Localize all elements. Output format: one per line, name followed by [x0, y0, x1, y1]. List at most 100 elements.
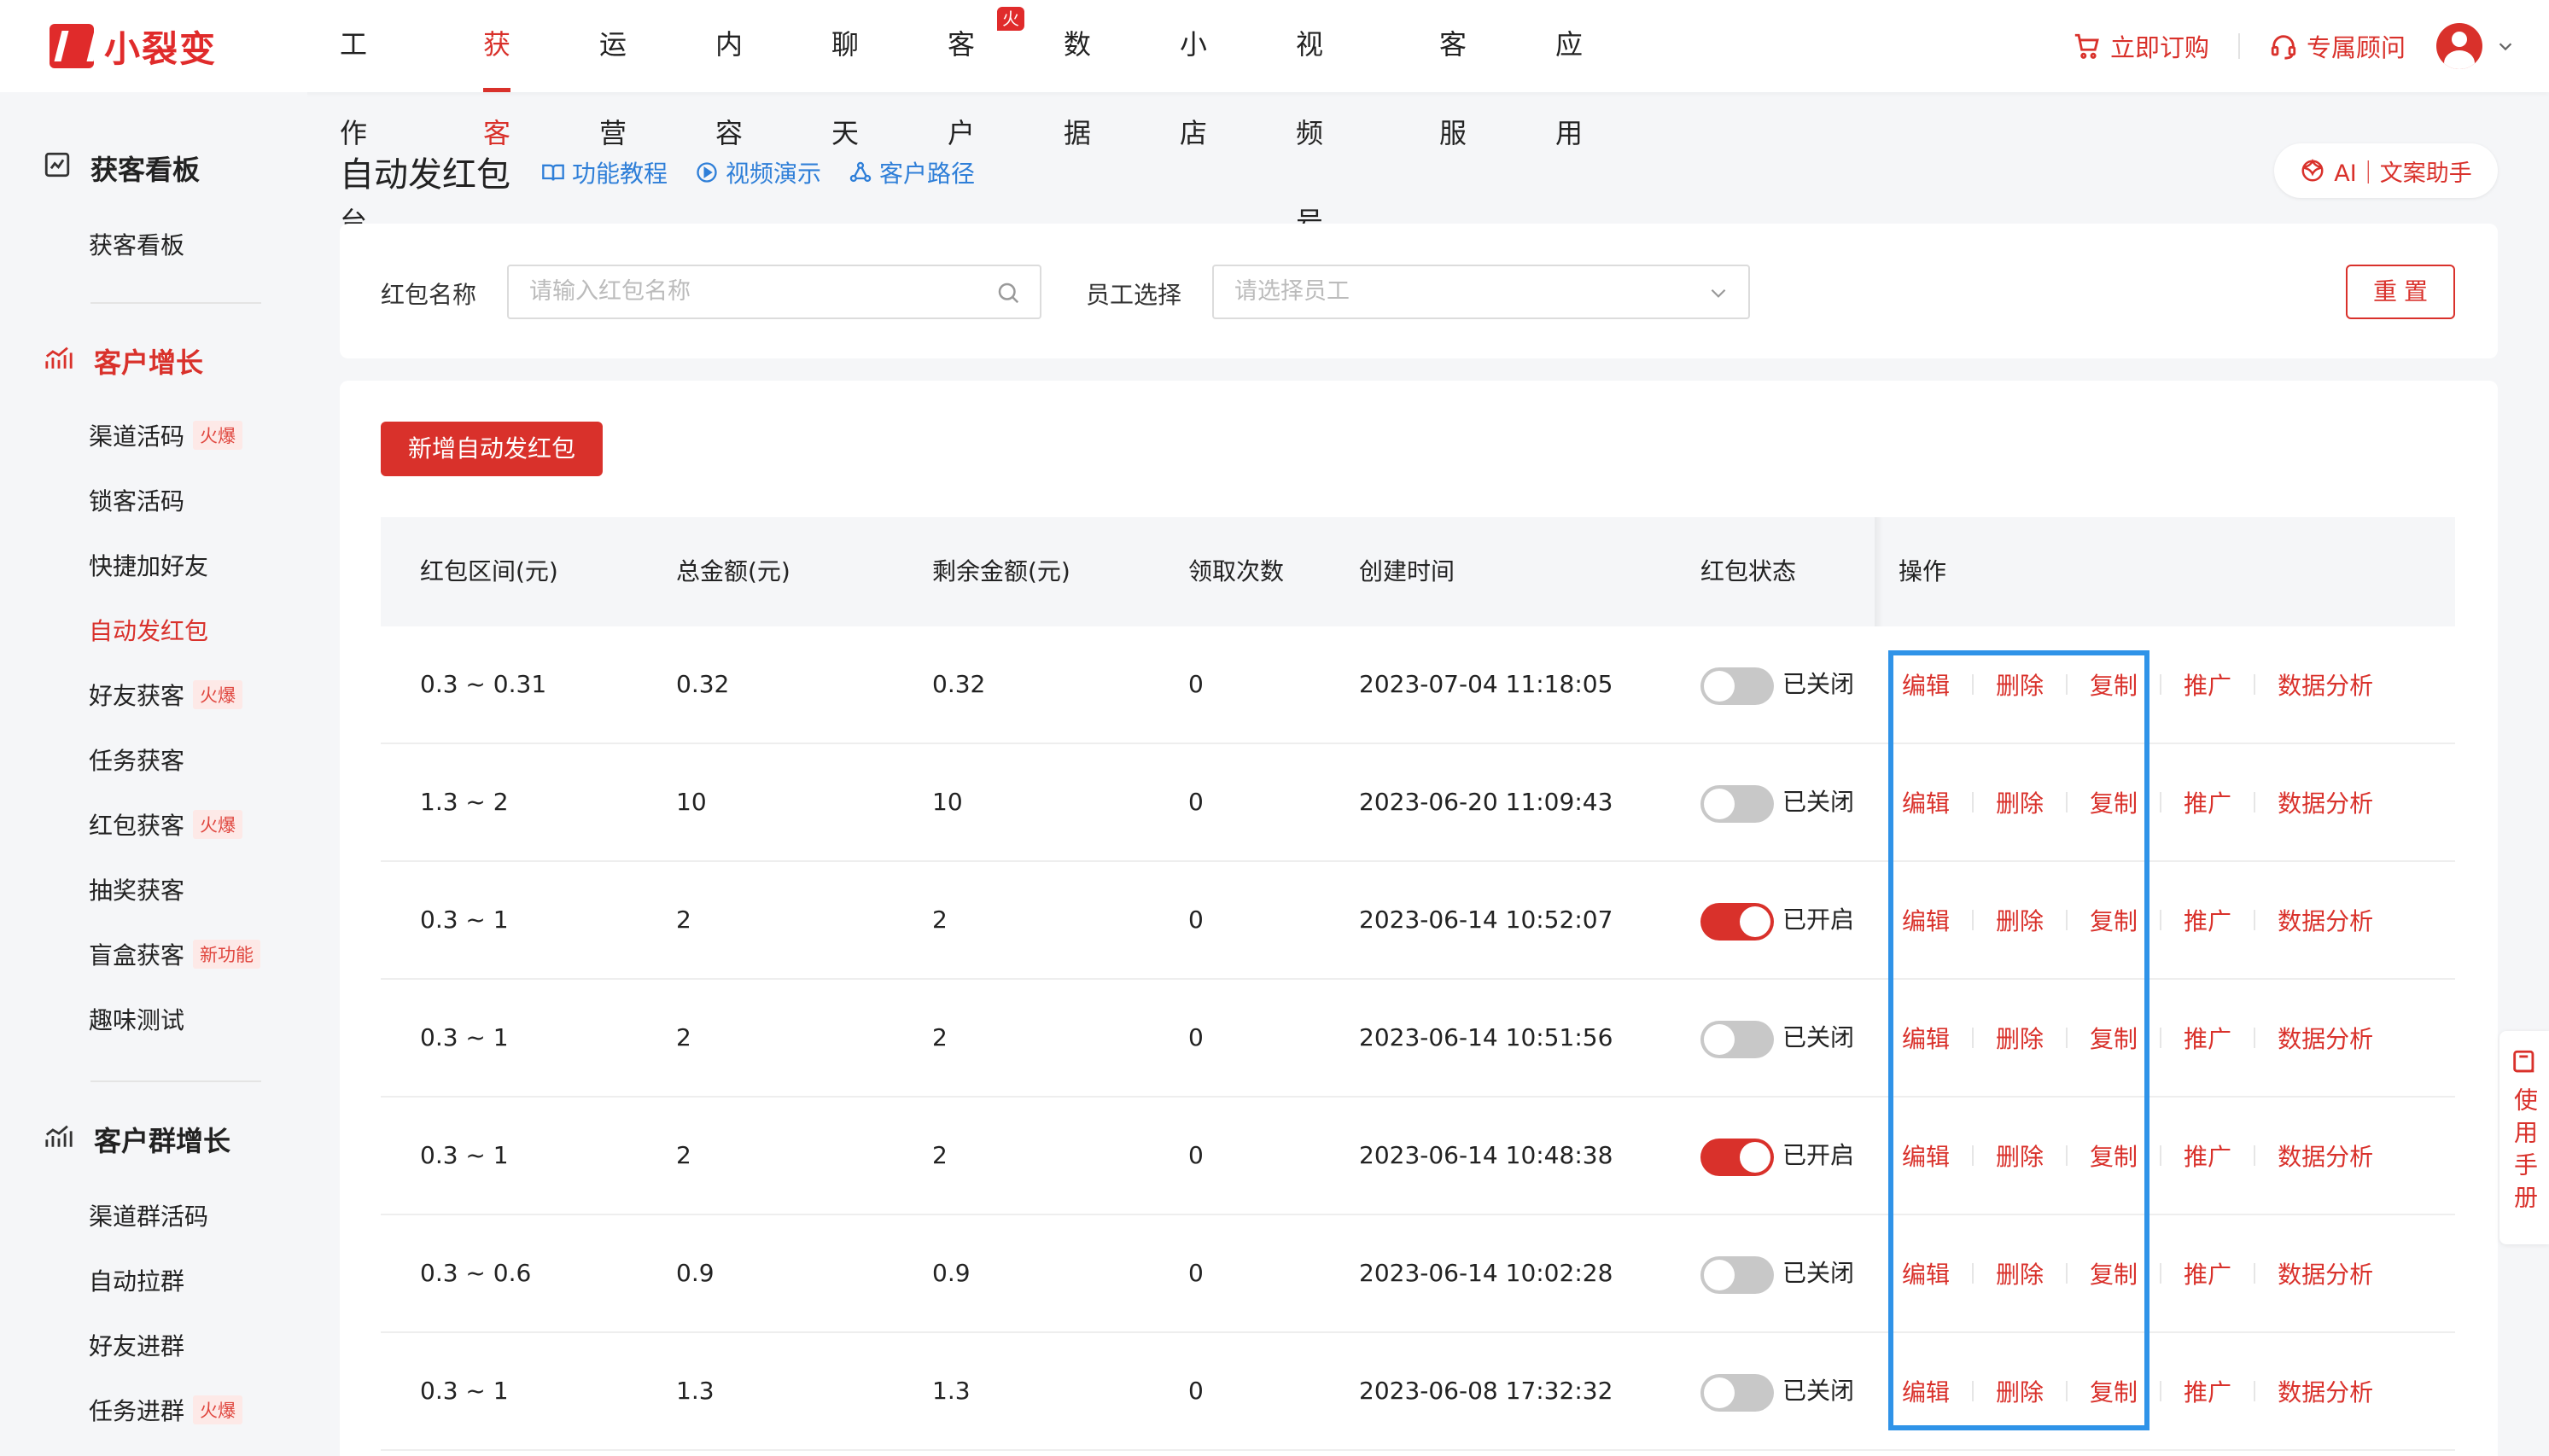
- status-toggle[interactable]: [1700, 1021, 1774, 1058]
- sidebar-item-2-3[interactable]: 任务进群 火爆: [89, 1393, 243, 1427]
- cell-count: 0: [1188, 788, 1204, 816]
- order-now-link[interactable]: 立即订购: [2073, 28, 2209, 64]
- column-header-3: 领取次数: [1188, 557, 1285, 585]
- customer-path-link[interactable]: 客户路径: [849, 155, 975, 189]
- user-manual-tab[interactable]: 使用手册: [2499, 1031, 2549, 1244]
- nav-item-10[interactable]: 应用: [1555, 0, 1583, 149]
- promote-link[interactable]: 推广: [2184, 1374, 2231, 1408]
- sidebar-item-label: 锁客活码: [89, 487, 185, 515]
- edit-link[interactable]: 编辑: [1902, 1139, 1950, 1173]
- user-avatar[interactable]: [2436, 23, 2482, 69]
- chart-board-icon: [43, 150, 72, 186]
- delete-link[interactable]: 删除: [1996, 1256, 2044, 1290]
- chevron-down-icon[interactable]: [2496, 37, 2515, 55]
- nav-item-3[interactable]: 内容: [715, 0, 743, 149]
- sidebar-item-0-0[interactable]: 获客看板: [89, 227, 184, 261]
- sidebar-item-2-1[interactable]: 自动拉群: [89, 1263, 184, 1297]
- staff-select-label: 员工选择: [1086, 281, 1182, 309]
- promote-link[interactable]: 推广: [2184, 1256, 2231, 1290]
- advisor-link[interactable]: 专属顾问: [2269, 28, 2406, 64]
- sidebar-item-1-6[interactable]: 红包获客 火爆: [89, 807, 243, 842]
- copy-link[interactable]: 复制: [2090, 785, 2138, 819]
- delete-link[interactable]: 删除: [1996, 667, 2044, 702]
- sidebar-item-1-2[interactable]: 快捷加好友: [89, 548, 208, 582]
- edit-link[interactable]: 编辑: [1902, 667, 1950, 702]
- status-toggle[interactable]: [1700, 1256, 1774, 1294]
- nav-item-1[interactable]: 获客: [483, 0, 511, 149]
- action-separator: [2066, 792, 2068, 812]
- edit-link[interactable]: 编辑: [1902, 785, 1950, 819]
- status-toggle[interactable]: [1700, 785, 1774, 823]
- action-separator: [2160, 674, 2162, 695]
- copy-link[interactable]: 复制: [2090, 667, 2138, 702]
- sidebar-item-1-5[interactable]: 任务获客: [89, 743, 184, 777]
- ai-copywriter-button[interactable]: AI｜文案助手: [2274, 143, 2498, 198]
- edit-link[interactable]: 编辑: [1902, 903, 1950, 937]
- status-label: 已关闭: [1782, 788, 1855, 816]
- sidebar-item-1-3[interactable]: 自动发红包: [89, 613, 208, 647]
- delete-link[interactable]: 删除: [1996, 1139, 2044, 1173]
- copy-link[interactable]: 复制: [2090, 1374, 2138, 1408]
- sidebar-group-2[interactable]: 客户群增长: [43, 1120, 230, 1159]
- tutorial-link[interactable]: 功能教程: [541, 155, 668, 189]
- nav-item-2[interactable]: 运营: [599, 0, 627, 149]
- promote-link[interactable]: 推广: [2184, 903, 2231, 937]
- edit-link[interactable]: 编辑: [1902, 1021, 1950, 1055]
- status-toggle[interactable]: [1700, 1374, 1774, 1412]
- sidebar-item-1-7[interactable]: 抽奖获客: [89, 872, 184, 906]
- status-toggle[interactable]: [1700, 1139, 1774, 1176]
- sidebar-item-2-0[interactable]: 渠道群活码: [89, 1198, 208, 1232]
- brand-logo[interactable]: 小裂变: [50, 24, 217, 70]
- edit-link[interactable]: 编辑: [1902, 1256, 1950, 1290]
- analytics-link[interactable]: 数据分析: [2278, 667, 2373, 702]
- analytics-link[interactable]: 数据分析: [2278, 1021, 2373, 1055]
- nav-item-7[interactable]: 小店: [1180, 0, 1207, 149]
- delete-link[interactable]: 删除: [1996, 1021, 2044, 1055]
- analytics-link[interactable]: 数据分析: [2278, 785, 2373, 819]
- action-separator: [1972, 1263, 1974, 1284]
- promote-link[interactable]: 推广: [2184, 1021, 2231, 1055]
- copy-link[interactable]: 复制: [2090, 1139, 2138, 1173]
- status-toggle[interactable]: [1700, 667, 1774, 705]
- delete-link[interactable]: 删除: [1996, 903, 2044, 937]
- status-toggle[interactable]: [1700, 903, 1774, 941]
- nav-item-9[interactable]: 客服: [1439, 0, 1467, 149]
- action-separator: [2066, 674, 2068, 695]
- sidebar-item-2-2[interactable]: 好友进群: [89, 1328, 184, 1362]
- sidebar-item-1-9[interactable]: 趣味测试: [89, 1002, 184, 1036]
- copy-link[interactable]: 复制: [2090, 1256, 2138, 1290]
- nav-item-4[interactable]: 聊天: [831, 0, 859, 149]
- sidebar-group-1[interactable]: 客户增长: [43, 341, 203, 381]
- sidebar-item-1-0[interactable]: 渠道活码 火爆: [89, 418, 243, 452]
- promote-link[interactable]: 推广: [2184, 1139, 2231, 1173]
- nav-item-0[interactable]: 工作台: [340, 0, 367, 238]
- cell-total: 0.32: [676, 670, 730, 698]
- top-separator: [2237, 33, 2240, 59]
- add-auto-redpacket-button[interactable]: 新增自动发红包: [381, 422, 603, 476]
- sidebar-group-0[interactable]: 获客看板: [43, 149, 200, 188]
- analytics-link[interactable]: 数据分析: [2278, 1256, 2373, 1290]
- edit-link[interactable]: 编辑: [1902, 1374, 1950, 1408]
- brand-name: 小裂变: [104, 27, 218, 70]
- promote-link[interactable]: 推广: [2184, 785, 2231, 819]
- promote-link[interactable]: 推广: [2184, 667, 2231, 702]
- sidebar-item-1-8[interactable]: 盲盒获客 新功能: [89, 937, 261, 971]
- packet-name-input[interactable]: 请输入红包名称: [507, 265, 1041, 319]
- action-separator: [2066, 1263, 2068, 1284]
- sidebar-item-1-1[interactable]: 锁客活码: [89, 483, 184, 517]
- sidebar-item-1-4[interactable]: 好友获客 火爆: [89, 678, 243, 712]
- analytics-link[interactable]: 数据分析: [2278, 903, 2373, 937]
- analytics-link[interactable]: 数据分析: [2278, 1374, 2373, 1408]
- copy-link[interactable]: 复制: [2090, 903, 2138, 937]
- nav-item-5[interactable]: 客户 火爆: [948, 0, 1024, 149]
- nav-item-8[interactable]: 视频号: [1296, 0, 1323, 238]
- copy-link[interactable]: 复制: [2090, 1021, 2138, 1055]
- search-icon[interactable]: [995, 280, 1021, 306]
- analytics-link[interactable]: 数据分析: [2278, 1139, 2373, 1173]
- nav-item-6[interactable]: 数据: [1064, 0, 1091, 149]
- video-demo-link[interactable]: 视频演示: [695, 155, 821, 189]
- reset-button[interactable]: 重置: [2346, 265, 2455, 319]
- staff-select[interactable]: 请选择员工: [1212, 265, 1750, 319]
- delete-link[interactable]: 删除: [1996, 1374, 2044, 1408]
- delete-link[interactable]: 删除: [1996, 785, 2044, 819]
